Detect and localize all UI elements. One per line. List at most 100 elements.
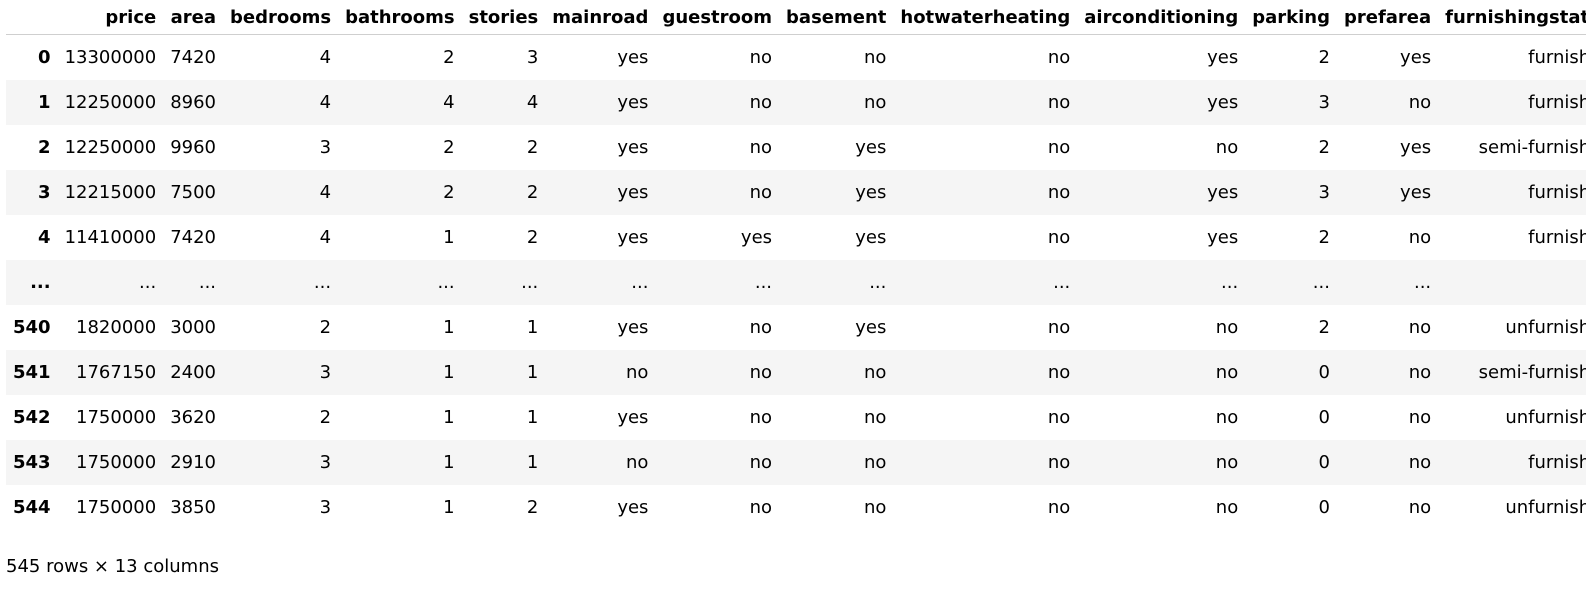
dataframe-output: price area bedrooms bathrooms stories mainroa… <box>6 0 1586 530</box>
table-cell-mainroad: yes <box>617 407 649 428</box>
column-header-hotwaterheating: hotwaterheating <box>893 0 1078 35</box>
table-cell-price: 1767150 <box>76 362 157 383</box>
column-header-mainroad: mainroad <box>545 0 656 35</box>
table-cell-hotwaterheating: no <box>1047 47 1071 68</box>
table-cell-mainroad: yes <box>617 317 649 338</box>
table-cell-airconditioning: no <box>1215 452 1239 473</box>
table-cell-basement: no <box>863 407 887 428</box>
column-header-bathrooms: bathrooms <box>338 0 462 35</box>
table-row: 4 11410000 7420 4 1 2 yes yes yes no yes 2 no furnish… <box>6 215 1586 260</box>
table-cell-stories: 4 <box>526 92 539 113</box>
table-cell-parking: 0 <box>1318 407 1330 428</box>
table-cell-parking: 2 <box>1318 227 1330 248</box>
table-cell-basement: ... <box>869 272 887 293</box>
table-cell-prefarea: yes <box>1400 47 1432 68</box>
table-cell-airconditioning: yes <box>1207 182 1239 203</box>
table-cell-airconditioning: no <box>1215 407 1239 428</box>
row-index: 544 <box>13 497 51 518</box>
table-cell-price: 12215000 <box>64 182 157 203</box>
table-cell-prefarea: ... <box>1413 272 1432 293</box>
table-cell-bedrooms: 2 <box>319 317 332 338</box>
column-header-airconditioning: airconditioning <box>1077 0 1246 35</box>
table-cell-mainroad: ... <box>631 272 649 293</box>
table-cell-furnishingstatus: unfurnished <box>1505 317 1586 338</box>
table-cell-airconditioning: no <box>1215 137 1239 158</box>
column-header-furnishingstatus: furnishingstatus <box>1438 0 1586 35</box>
table-cell-parking: 3 <box>1318 182 1330 203</box>
table-cell-price: 1750000 <box>76 452 157 473</box>
header-row: price area bedrooms bathrooms stories mainroa… <box>6 0 1586 35</box>
table-cell-stories: 1 <box>526 452 539 473</box>
table-cell-bathrooms: 4 <box>443 92 455 113</box>
table-cell-airconditioning: yes <box>1207 92 1239 113</box>
table-cell-guestroom: no <box>749 452 773 473</box>
table-header: price area bedrooms bathrooms stories mainroa… <box>6 0 1586 35</box>
table-cell-area: 7500 <box>170 182 217 203</box>
table-cell-furnishingstatus: furnished <box>1528 182 1586 203</box>
table-cell-parking: 3 <box>1318 92 1330 113</box>
table-row: 0 13300000 7420 4 2 3 yes no no no yes 2 yes furnishe… <box>6 35 1586 81</box>
row-index: 1 <box>38 92 51 113</box>
table-cell-area: ... <box>198 272 217 293</box>
table-cell-prefarea: no <box>1408 407 1432 428</box>
column-header-stories: stories <box>461 0 546 35</box>
table-cell-parking: 0 <box>1318 362 1330 383</box>
table-cell-basement: no <box>863 47 887 68</box>
table-cell-mainroad: yes <box>617 497 649 518</box>
table-cell-prefarea: no <box>1408 452 1432 473</box>
table-body: 0 13300000 7420 4 2 3 yes no no no yes 2 yes furnishe… <box>6 35 1586 531</box>
table-cell-parking: 0 <box>1318 497 1330 518</box>
table-row: 544 1750000 3850 3 1 2 yes no no no no 0 no unfurnish… <box>6 485 1586 530</box>
table-cell-price: 1750000 <box>76 407 157 428</box>
table-cell-hotwaterheating: no <box>1047 407 1071 428</box>
table-cell-mainroad: yes <box>617 47 649 68</box>
table-row: 540 1820000 3000 2 1 1 yes no yes no no 2 no unfurnis… <box>6 305 1586 350</box>
table-cell-parking: 2 <box>1318 317 1330 338</box>
column-header-basement: basement <box>779 0 894 35</box>
table-cell-airconditioning: no <box>1215 317 1239 338</box>
table-cell-area: 3850 <box>170 497 217 518</box>
table-cell-furnishingstatus: furnished <box>1528 92 1586 113</box>
table-cell-bedrooms: 3 <box>319 452 332 473</box>
table-cell-basement: yes <box>855 182 887 203</box>
table-cell-stories: 1 <box>526 362 539 383</box>
table-cell-area: 7420 <box>170 47 217 68</box>
row-index: 541 <box>13 362 51 383</box>
table-cell-bedrooms: 4 <box>319 47 332 68</box>
column-header-prefarea: prefarea <box>1336 0 1439 35</box>
table-cell-mainroad: no <box>626 452 649 473</box>
table-row: 542 1750000 3620 2 1 1 yes no no no no 0 no unfurnish… <box>6 395 1586 440</box>
table-cell-hotwaterheating: no <box>1047 362 1071 383</box>
table-cell-hotwaterheating: no <box>1047 452 1071 473</box>
table-cell-prefarea: no <box>1408 497 1432 518</box>
table-cell-guestroom: no <box>749 182 773 203</box>
table-cell-mainroad: yes <box>617 227 649 248</box>
row-index: 543 <box>13 452 51 473</box>
table-row: 1 12250000 8960 4 4 4 yes no no no yes 3 no furnished <box>6 80 1586 125</box>
table-cell-parking: 2 <box>1318 137 1330 158</box>
table-cell-furnishingstatus: furnished <box>1528 227 1586 248</box>
table-cell-furnishingstatus: unfurnished <box>1505 407 1586 428</box>
table-cell-stories: 2 <box>526 497 539 518</box>
table-cell-guestroom: no <box>749 497 773 518</box>
table-cell-furnishingstatus: semi-furnished <box>1478 362 1586 383</box>
table-cell-furnishingstatus: furnished <box>1528 47 1586 68</box>
table-cell-mainroad: yes <box>617 182 649 203</box>
table-cell-mainroad: yes <box>617 92 649 113</box>
table-cell-hotwaterheating: no <box>1047 497 1071 518</box>
table-cell-airconditioning: ... <box>1221 272 1239 293</box>
table-row: 543 1750000 2910 3 1 1 no no no no no 0 no furnished <box>6 440 1586 485</box>
table-cell-bathrooms: 2 <box>443 137 455 158</box>
table-row: ........................................… <box>6 260 1586 305</box>
table-cell-bedrooms: ... <box>313 272 332 293</box>
table-cell-area: 9960 <box>170 137 217 158</box>
table-cell-bathrooms: 1 <box>443 407 455 428</box>
table-cell-furnishingstatus: unfurnished <box>1505 497 1586 518</box>
table-cell-stories: 2 <box>526 182 539 203</box>
table-cell-prefarea: yes <box>1400 182 1432 203</box>
table-row: 541 1767150 2400 3 1 1 no no no no no 0 no semi-furni… <box>6 350 1586 395</box>
table-cell-bathrooms: 1 <box>443 452 455 473</box>
column-header-bedrooms: bedrooms <box>223 0 339 35</box>
table-cell-price: 13300000 <box>64 47 157 68</box>
table-cell-bedrooms: 3 <box>319 497 332 518</box>
